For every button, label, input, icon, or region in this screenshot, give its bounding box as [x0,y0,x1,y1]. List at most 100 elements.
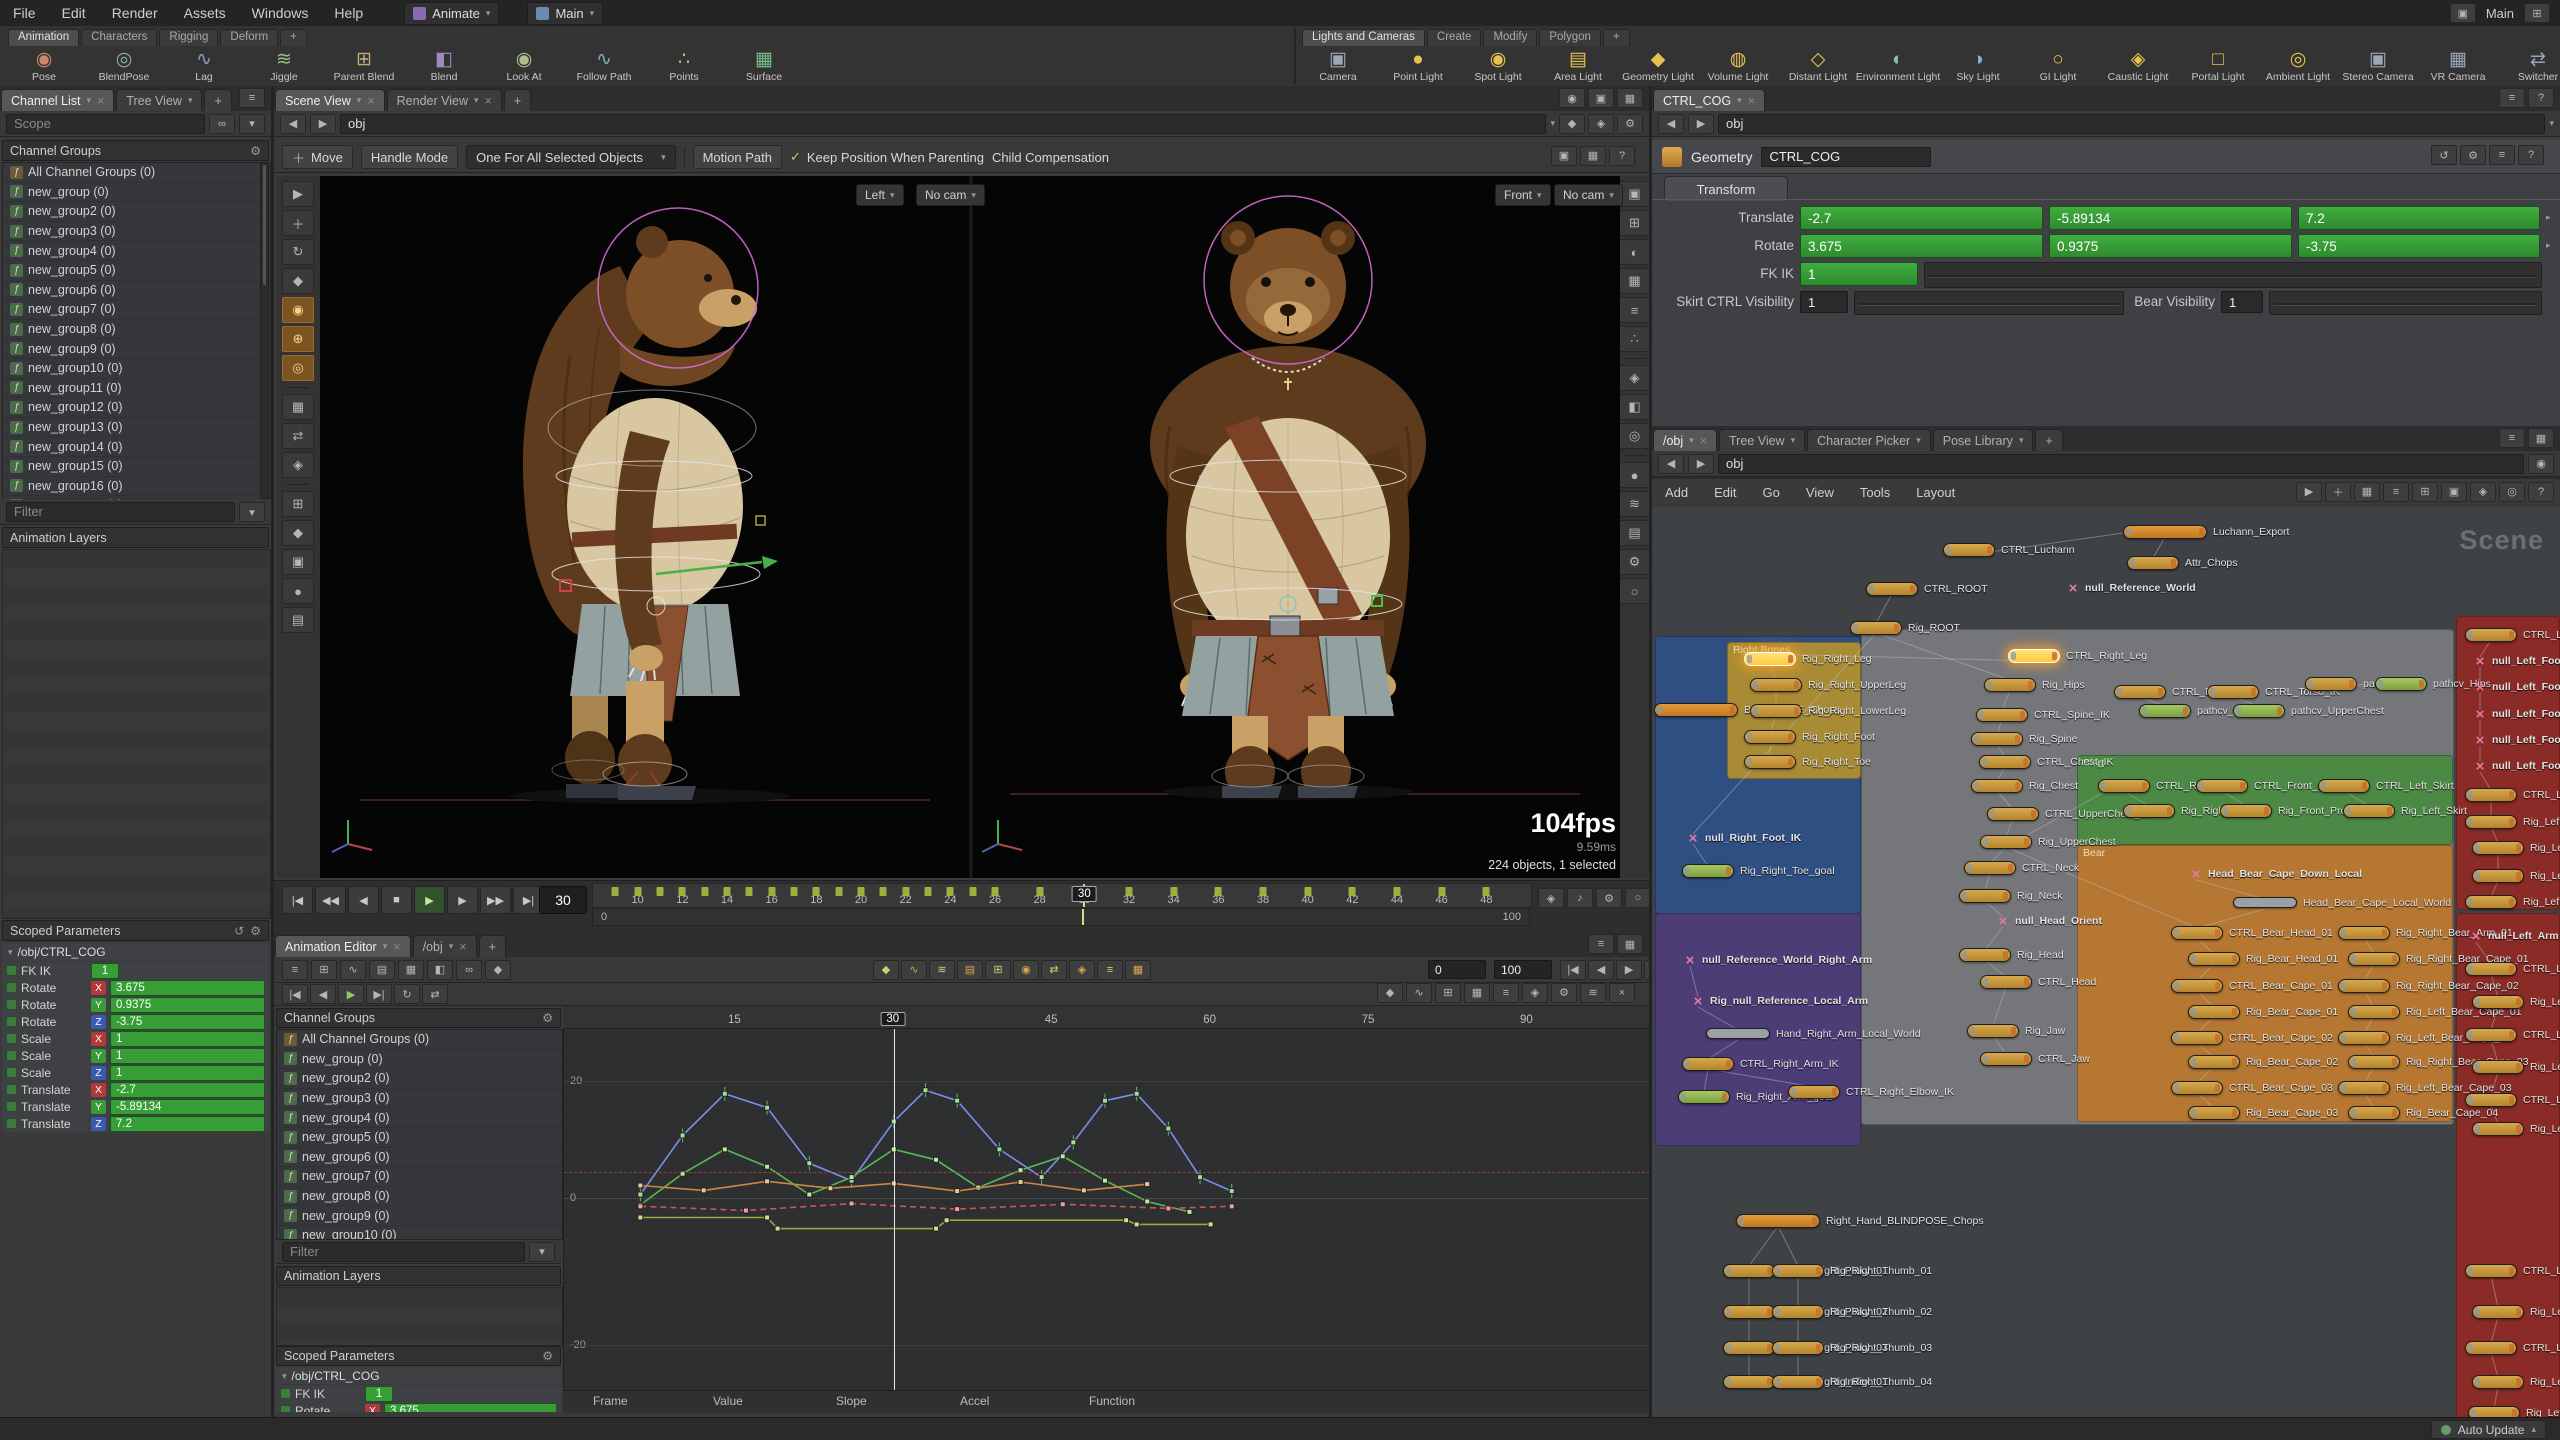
viewport[interactable] [320,176,1620,878]
keyframe-point[interactable] [933,1156,940,1163]
camera-icon[interactable]: ▣ [282,549,314,575]
gear-icon[interactable]: ⚙ [250,144,261,158]
network-node-rig-right-bear-cape-02[interactable]: Rig_Right_Bear_Cape_02 [2338,979,2519,993]
pan-icon[interactable]: ⇄ [282,423,314,449]
shelf-tool-blend[interactable]: ◧ Blend [404,47,484,85]
channel-group-row[interactable]: ƒ new_group10 (0) [277,1225,562,1239]
list-icon[interactable]: ▦ [398,959,424,980]
network-node-rig-left-foot[interactable]: Rig_Left_Foot [2465,895,2560,909]
network-node-rig-head[interactable]: Rig_Head [1959,948,2064,962]
ae-go-start-button[interactable]: |◀ [1560,959,1586,980]
close-icon[interactable]: × [1748,94,1755,108]
ae-prev-frame-button[interactable]: ◀ [1588,959,1614,980]
snapshot-icon[interactable]: ▣ [1551,145,1577,166]
network-node-rig-left-bear-cape-03[interactable]: Rig_Left_Bear_Cape_03 [2338,1081,2512,1095]
scene-path-field[interactable]: obj [340,113,1547,134]
shelf-tab-polygon[interactable]: Polygon [1539,29,1601,46]
select-icon[interactable]: ▶ [282,181,314,207]
scoped-param-row[interactable]: Scale X 1 [2,1030,269,1047]
scrollbar[interactable] [260,162,269,499]
network-node-rig-left-bear-cape-02[interactable]: Rig_Left_Bear_Cape_02 [2338,1031,2512,1045]
network-node-rig-neck[interactable]: Rig_Neck [1959,889,2063,903]
monitor-icon[interactable]: ▣ [2449,3,2476,23]
view-selector-left[interactable]: Left ▾ [856,184,904,206]
network-node-rig-right-bear-cape-01[interactable]: Rig_Right_Bear_Cape_01 [2348,952,2529,966]
menu-icon[interactable]: ≡ [2499,88,2525,108]
bookmark-icon[interactable]: ◆ [1559,113,1585,134]
normals-icon[interactable]: ≡ [1618,297,1651,323]
channel-group-row[interactable]: ƒ All Channel Groups (0) [3,163,270,183]
keyframe-point[interactable] [954,1188,961,1195]
prev-key-button[interactable]: ◀◀ [315,886,346,914]
network-node-rig-right-leg[interactable]: Rig_Right_Leg [1744,652,1871,666]
ladder-icon[interactable]: ▸ [2546,212,2551,223]
grid-tool-icon[interactable]: ▦ [1464,982,1490,1003]
next-key-button[interactable]: ▶▶ [480,886,511,914]
playback-range-bar[interactable]: 0 100 [592,908,1530,926]
add-tab-button[interactable]: + [204,89,232,111]
network-node-rig-left-index-01[interactable]: Rig_Left_Index_01 [2472,1375,2560,1389]
ae-play-button[interactable]: ▶ [1616,959,1642,980]
param-value-chip[interactable]: 1 [365,1385,393,1402]
handles-icon[interactable]: ⊕ [282,326,314,352]
link-icon[interactable]: ∞ [209,113,235,134]
keyframe-point[interactable] [1080,1187,1087,1194]
keyframe-point[interactable] [1123,1217,1130,1224]
keyframe-point[interactable] [1017,1179,1024,1186]
translate-icon[interactable]: ＋ [282,210,314,236]
keyframe-point[interactable] [742,1207,749,1214]
gear-icon[interactable]: ⚙ [250,924,261,938]
go-start-button[interactable]: |◀ [282,886,313,914]
pin-icon[interactable]: ◉ [1559,88,1585,108]
segments-toggle-icon[interactable]: ≋ [929,959,955,980]
param-value-bar[interactable]: -2.7 [110,1081,265,1098]
zoom-icon[interactable]: ◈ [282,452,314,478]
keyframe-point[interactable] [943,1217,950,1224]
tab-animation-editor[interactable]: Animation Editor ▾ × [275,935,411,957]
shelf-tab-deform[interactable]: Deform [220,29,279,46]
network-node-null-left-foot-twist[interactable]: ×null_Left_Foot_Twist [2472,654,2560,669]
mirror-icon[interactable]: ◧ [1618,394,1651,420]
network-node-ctrl-bear-cape-02[interactable]: CTRL_Bear_Cape_02 [2171,1031,2333,1045]
network-node-path-spine[interactable]: path_Spine [2305,677,2416,691]
network-node-ctrl-bear-cape-01[interactable]: CTRL_Bear_Cape_01 [2171,979,2333,993]
tab-network-obj[interactable]: /obj ▾ × [1653,429,1717,451]
box-tool-icon[interactable]: ⊞ [1435,982,1461,1003]
menu-file[interactable]: File [0,0,49,26]
scoped-param-row[interactable]: Rotate Z -3.75 [2,1013,269,1030]
ae2-loop-button[interactable]: ↻ [394,984,420,1004]
node-name-field[interactable]: CTRL_COG [1761,146,1932,167]
add-shelf-tab-button[interactable]: + [1602,29,1630,46]
network-path-field[interactable]: obj [1718,453,2524,474]
channel-group-row[interactable]: ƒ new_group (0) [3,182,270,203]
channel-group-row[interactable]: ƒ All Channel Groups (0) [277,1030,562,1050]
tab-pose-library[interactable]: Pose Library ▾ [1932,429,2034,451]
network-menu-go[interactable]: Go [1750,480,1793,506]
magnet-icon[interactable]: ◈ [1538,888,1564,908]
frame-ruler[interactable]: 10 12 14 16 18 20 22 24 26 28 30 32 34 36 38 40 42 44 46 48… [592,883,1532,908]
network-node-rig-right-toe[interactable]: Rig_Right_Toe [1744,755,1871,769]
grid-toggle-icon[interactable]: ▦ [1125,959,1151,980]
anim-curve-rx[interactable] [640,1202,1232,1212]
shelf-tab-lights-and-cameras[interactable]: Lights and Cameras [1302,29,1425,46]
persp-view-icon[interactable]: ▣ [1618,181,1651,207]
snapshot-icon[interactable]: ▣ [2441,481,2467,502]
split-icon[interactable]: ▦ [1617,88,1643,108]
keyframe-point[interactable] [848,1174,855,1181]
network-node-null-reference-world-right-arm[interactable]: × null_Reference_World_Right_Arm [1682,953,1873,968]
param-value-chip[interactable]: 1 [91,962,119,979]
rotate-icon[interactable]: ↻ [282,239,314,265]
network-menu-tools[interactable]: Tools [1847,480,1903,506]
key-icon[interactable]: ◆ [485,959,511,980]
network-node-rig-right-arm-goal[interactable]: Rig_Right_Arm_goal [1678,1090,1833,1104]
channel-group-row[interactable]: ƒ new_group11 (0) [3,378,270,399]
close-icon[interactable]: × [1609,982,1635,1003]
network-node-null-left-foot-front[interactable]: ×null_Left_Foot_Front [2472,707,2560,722]
network-node-pathcv-belly[interactable]: pathcv_Belly [2139,704,2257,718]
help-icon[interactable]: ? [1609,145,1635,166]
pane-combo[interactable]: Main ▾ [527,1,604,25]
channel-group-row[interactable]: ƒ new_group12 (0) [3,398,270,418]
menu-icon[interactable]: ≡ [2489,145,2515,165]
close-icon[interactable]: × [393,940,400,954]
translate-x-field[interactable]: -2.7 [1800,206,2043,230]
